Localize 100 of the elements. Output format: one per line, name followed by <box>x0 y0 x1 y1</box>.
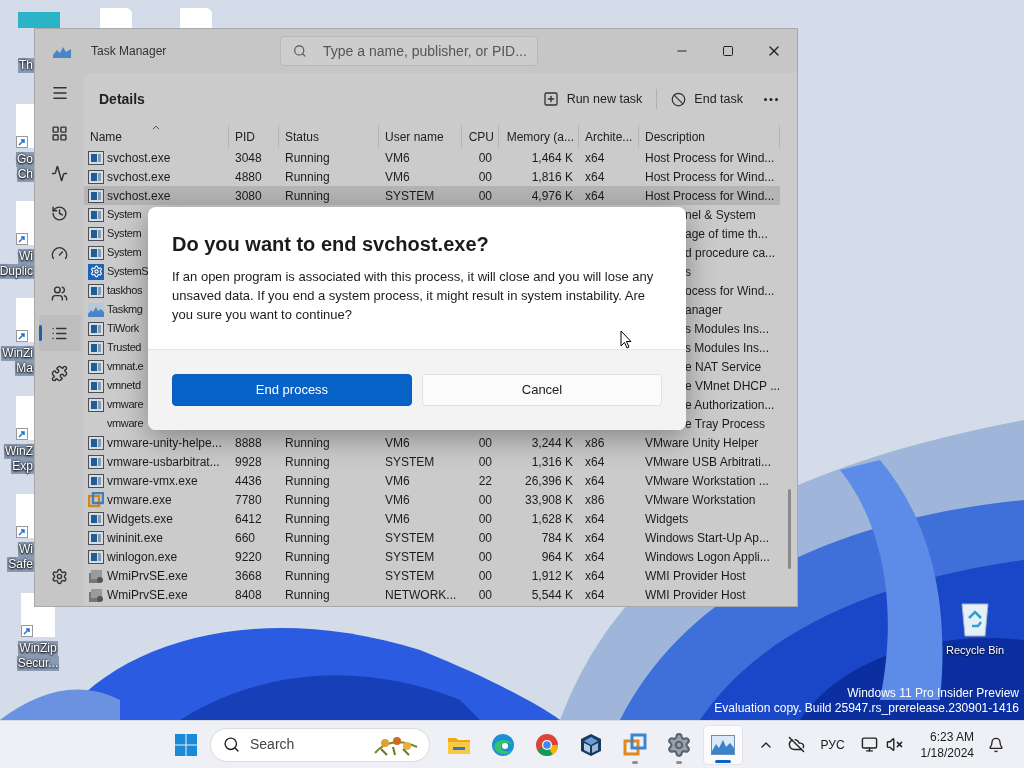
column-header[interactable]: Name <box>84 125 229 148</box>
table-cell: Host Process for Wind... <box>645 188 775 203</box>
process-icon <box>88 150 104 165</box>
table-cell: x64 <box>585 188 605 203</box>
clock-date: 1/18/2024 <box>920 744 974 761</box>
process-icon <box>88 473 104 488</box>
table-row[interactable]: wininit.exe 660 Running SYSTEM 00 784 K x64 Windows Start-Up Ap... <box>84 528 780 547</box>
table-cell: Running <box>285 492 330 507</box>
column-header[interactable]: Memory (a... <box>499 125 579 148</box>
watermark-text: Evaluation copy. Build 25947.rs_prerelease.230901-1416 <box>714 701 1019 716</box>
table-cell: Running <box>285 454 330 469</box>
table-row[interactable]: vmware.exe 7780 Running VM6 00 33,908 K x86 VMware Workstation <box>84 490 780 509</box>
end-process-button[interactable]: End process <box>172 374 412 406</box>
table-row[interactable]: Widgets.exe 6412 Running VM6 00 1,628 K x64 Widgets <box>84 509 780 528</box>
column-header[interactable]: Description <box>639 125 780 148</box>
table-cell: 1,316 K <box>531 454 573 469</box>
table-cell: Host Process for Wind... <box>645 169 775 184</box>
monitor-icon[interactable] <box>860 736 878 753</box>
table-cell: 9928 <box>235 454 262 469</box>
shortcut-icon[interactable] <box>16 494 34 538</box>
table-cell: 4436 <box>235 473 262 488</box>
table-cell-text: TiWork <box>107 321 139 337</box>
table-cell-text: taskhos <box>107 283 143 299</box>
language-indicator[interactable]: РУС <box>820 735 845 754</box>
plus-square-icon <box>542 91 559 107</box>
dialog-title: Do you want to end svchost.exe? <box>172 232 490 257</box>
table-cell: Windows Start-Up Ap... <box>645 530 770 545</box>
table-cell: ocess for Wind... <box>685 283 775 298</box>
shortcut-icon[interactable] <box>16 396 34 440</box>
table-cell-text: vmware.exe <box>107 491 172 509</box>
shortcut-icon[interactable] <box>16 298 34 342</box>
clock[interactable]: 6:23 AM 1/18/2024 <box>920 728 974 761</box>
table-cell-text: svchost.exe <box>107 149 171 167</box>
table-cell: Windows Logon Appli... <box>645 549 770 564</box>
shortcut-icon[interactable] <box>16 104 34 148</box>
table-row[interactable]: svchost.exe 4880 Running VM6 00 1,816 K x64 Host Process for Wind... <box>84 167 780 186</box>
table-cell: x64 <box>585 587 605 602</box>
table-cell: 00 <box>478 587 492 602</box>
table-cell: 1,912 K <box>531 568 573 583</box>
icon-label: Th <box>18 58 34 73</box>
cancel-button[interactable]: Cancel <box>422 374 662 406</box>
table-cell: x86 <box>585 435 605 450</box>
table-row[interactable]: WmiPrvSE.exe 3668 Running SYSTEM 00 1,912 K x64 WMI Provider Host <box>84 566 780 585</box>
table-row[interactable]: vmware-unity-helpe... 8888 Running VM6 00 3,244 K x86 VMware Unity Helper <box>84 433 780 452</box>
nav-item[interactable] <box>38 315 81 351</box>
process-icon <box>88 245 104 260</box>
table-cell: 00 <box>478 492 492 507</box>
end-task-button[interactable]: End task <box>661 83 753 115</box>
table-cell: 33,908 K <box>524 492 573 507</box>
table-cell: SYSTEM <box>385 568 435 583</box>
table-cell: 00 <box>478 435 492 450</box>
table-cell: SYSTEM <box>385 188 435 203</box>
icon-label: Secur... <box>16 656 60 671</box>
table-row[interactable]: svchost.exe 3048 Running VM6 00 1,464 K x64 Host Process for Wind... <box>84 148 780 167</box>
table-cell: anager <box>685 302 723 317</box>
taskbar-app-button[interactable] <box>703 724 743 765</box>
column-header[interactable]: Archite... <box>579 125 639 148</box>
table-cell: 4880 <box>235 169 262 184</box>
table-cell-text: svchost.exe <box>107 168 171 186</box>
process-icon <box>88 283 104 298</box>
cloud-off-icon[interactable] <box>787 736 805 753</box>
search-icon <box>293 44 307 58</box>
cube-icon <box>579 732 603 757</box>
table-cell: NETWORK... <box>385 587 457 602</box>
column-header[interactable]: User name <box>379 125 462 148</box>
chart-icon <box>88 302 104 317</box>
process-icon <box>88 340 104 355</box>
table-cell: VMware Unity Helper <box>645 435 759 450</box>
table-cell: e VMnet DHCP ... <box>685 378 781 393</box>
ban-icon <box>671 91 687 107</box>
process-icon <box>88 549 104 564</box>
column-header[interactable]: PID <box>229 125 279 148</box>
column-header[interactable]: CPU <box>462 125 499 148</box>
search-field[interactable]: Type a name, publisher, or PID... <box>280 36 539 66</box>
grid-icon <box>51 124 68 142</box>
table-row[interactable]: svchost.exe 3080 Running SYSTEM 00 4,976 K x64 Host Process for Wind... <box>84 186 780 205</box>
taskbar-search-field[interactable]: Search <box>210 727 430 762</box>
table-cell-text: vmnat.e <box>107 359 144 375</box>
process-icon <box>88 530 104 545</box>
search-input[interactable]: Search <box>250 734 360 755</box>
table-cell-text: System <box>107 226 142 242</box>
clock-time: 6:23 AM <box>929 728 974 745</box>
table-row[interactable]: WmiPrvSE.exe 8408 Running NETWORK... 00 5,544 K x64 WMI Provider Host <box>84 585 780 604</box>
table-row[interactable]: winlogon.exe 9220 Running SYSTEM 00 964 K x64 Windows Logon Appli... <box>84 547 780 566</box>
table-cell: 3048 <box>235 150 262 165</box>
table-cell: x64 <box>585 454 605 469</box>
notifications-icon[interactable] <box>988 736 1004 753</box>
windows-logo <box>175 733 197 756</box>
table-row[interactable]: vmware-vmx.exe 4436 Running VM6 22 26,396 K x64 VMware Workstation ... <box>84 471 780 490</box>
table-cell: 7780 <box>235 492 262 507</box>
search-input[interactable]: Type a name, publisher, or PID... <box>323 40 538 62</box>
table-cell: VM6 <box>385 169 410 184</box>
table-row[interactable]: vmware-usbarbitrat... 9928 Running SYSTEM 00 1,316 K x64 VMware USB Arbitrati... <box>84 452 780 471</box>
run-new-task-button[interactable]: Run new task <box>532 83 653 115</box>
column-header[interactable]: Status <box>279 125 379 148</box>
table-cell: e Authorization... <box>685 397 775 412</box>
table-cell: x64 <box>585 568 605 583</box>
table-cell: 00 <box>478 511 492 526</box>
speaker-muted-icon[interactable] <box>885 736 903 753</box>
scrollbar-thumb[interactable] <box>788 489 791 569</box>
